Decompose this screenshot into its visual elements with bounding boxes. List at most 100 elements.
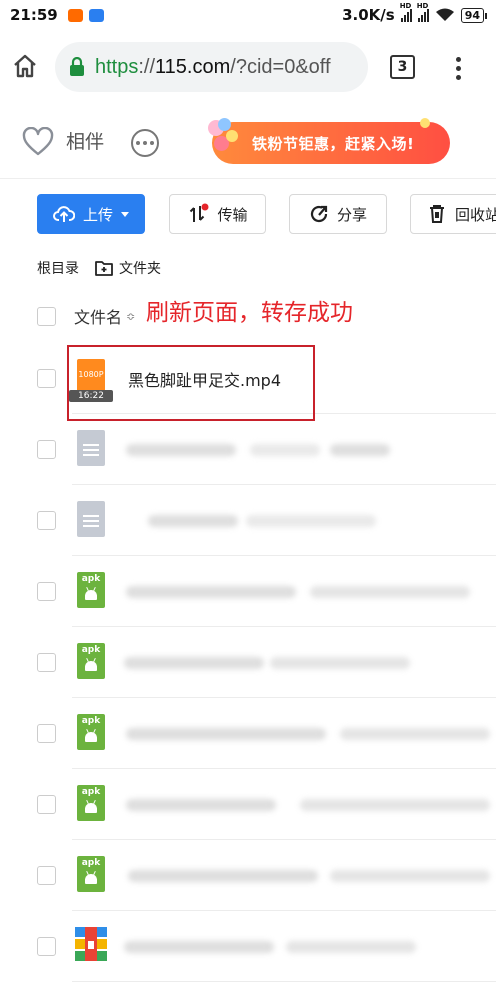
blurred-file-name — [126, 728, 326, 740]
document-icon — [77, 430, 105, 466]
upload-label: 上传 — [82, 205, 113, 224]
file-row[interactable]: apk — [0, 698, 496, 769]
blurred-file-name — [250, 444, 320, 456]
apk-badge: apk — [81, 716, 101, 726]
balloon-icon-2 — [218, 118, 231, 131]
apk-file-icon: apk — [77, 714, 105, 750]
file-name[interactable]: 黑色脚趾甲足交.mp4 — [128, 367, 281, 391]
select-all-checkbox[interactable] — [37, 307, 56, 326]
document-icon — [77, 501, 105, 537]
browser-toolbar: https://115.com/?cid=0&off 3 — [0, 38, 496, 94]
annotation-text: 刷新页面，转存成功 — [146, 300, 353, 326]
name-column-header[interactable]: 文件名 — [74, 304, 122, 328]
blurred-file-name — [300, 799, 490, 811]
new-folder-label: 文件夹 — [119, 261, 161, 277]
app-name[interactable]: 相伴 — [66, 127, 104, 154]
url-text: https://115.com/?cid=0&off — [95, 56, 331, 79]
network-speed: 3.0K/s — [342, 6, 395, 24]
transfer-icon — [190, 203, 209, 222]
file-row[interactable]: apk — [0, 627, 496, 698]
row-checkbox[interactable] — [37, 866, 56, 885]
row-checkbox[interactable] — [37, 937, 56, 956]
blurred-file-name — [126, 444, 236, 456]
video-thumbnail-icon: 1080P — [77, 359, 105, 393]
video-resolution: 1080P — [78, 370, 104, 379]
battery-indicator: 94 — [460, 7, 488, 23]
file-row[interactable]: apk — [0, 556, 496, 627]
file-row[interactable]: 1080P 16:22 黑色脚趾甲足交.mp4 — [0, 343, 496, 421]
folder-add-icon — [95, 261, 113, 276]
file-row[interactable]: apk — [0, 840, 496, 911]
blurred-file-name — [330, 444, 390, 456]
status-bar: 21:59 3.0K/s HD HD 94 — [0, 0, 496, 30]
file-row[interactable] — [0, 485, 496, 556]
cloud-app-icon — [88, 8, 104, 22]
promo-text: 铁粉节钜惠，赶紧入场! — [252, 134, 415, 153]
tab-switcher-button[interactable]: 3 — [390, 55, 415, 79]
blurred-file-name — [124, 941, 274, 953]
address-bar[interactable]: https://115.com/?cid=0&off — [55, 42, 368, 92]
blurred-file-name — [124, 657, 264, 669]
new-folder-button[interactable]: 文件夹 — [95, 258, 161, 278]
row-checkbox[interactable] — [37, 795, 56, 814]
home-icon[interactable] — [11, 52, 39, 80]
file-row[interactable]: apk — [0, 769, 496, 840]
app-header: 相伴 铁粉节钜惠，赶紧入场! — [0, 112, 496, 172]
overflow-menu-icon[interactable] — [450, 54, 466, 80]
promo-banner[interactable]: 铁粉节钜惠，赶紧入场! — [206, 116, 452, 170]
row-divider — [72, 981, 496, 982]
list-header: 文件名 ≎ 刷新页面，转存成功 — [0, 292, 496, 338]
apk-file-icon: apk — [77, 856, 105, 892]
signal-icon: HD — [400, 2, 412, 22]
breadcrumb-root[interactable]: 根目录 — [37, 258, 79, 278]
apk-badge: apk — [81, 858, 101, 868]
blurred-file-name — [148, 515, 238, 527]
row-checkbox[interactable] — [37, 653, 56, 672]
file-row[interactable] — [0, 414, 496, 485]
url-scheme: https — [95, 55, 139, 78]
action-toolbar: 上传 传输 分享 回收站 — [0, 194, 496, 236]
row-checkbox[interactable] — [37, 724, 56, 743]
share-icon — [310, 205, 328, 223]
balloon-icon-4 — [226, 130, 238, 142]
video-duration: 16:22 — [69, 390, 113, 402]
trash-icon — [430, 205, 444, 223]
chevron-down-icon — [121, 211, 129, 217]
blurred-file-name — [128, 870, 318, 882]
heart-icon[interactable] — [22, 127, 54, 157]
apk-file-icon: apk — [77, 572, 105, 608]
android-icon — [85, 590, 97, 600]
mi-app-icon — [67, 8, 83, 22]
apk-badge: apk — [81, 645, 101, 655]
android-icon — [85, 661, 97, 671]
apk-file-icon: apk — [77, 785, 105, 821]
row-checkbox[interactable] — [37, 440, 56, 459]
recycle-bin-button[interactable]: 回收站 — [410, 194, 496, 234]
promo-pill: 铁粉节钜惠，赶紧入场! — [212, 122, 450, 164]
row-checkbox[interactable] — [37, 582, 56, 601]
apk-badge: apk — [81, 574, 101, 584]
sort-icon[interactable]: ≎ — [126, 310, 135, 323]
android-icon — [85, 803, 97, 813]
sparkle-icon — [420, 118, 430, 128]
row-checkbox[interactable] — [37, 511, 56, 530]
breadcrumb: 根目录 文件夹 — [37, 258, 161, 278]
url-host: 115.com — [155, 55, 231, 78]
share-button[interactable]: 分享 — [289, 194, 387, 234]
transfer-button[interactable]: 传输 — [169, 194, 266, 234]
wifi-icon — [435, 8, 454, 21]
apk-file-icon: apk — [77, 643, 105, 679]
blurred-file-name — [330, 870, 490, 882]
upload-button[interactable]: 上传 — [37, 194, 145, 234]
url-path: /?cid=0&off — [230, 55, 331, 78]
android-icon — [85, 732, 97, 742]
more-icon[interactable] — [131, 129, 159, 157]
blurred-file-name — [270, 657, 410, 669]
transfer-label: 传输 — [217, 205, 248, 224]
row-checkbox[interactable] — [37, 369, 56, 388]
file-row[interactable] — [0, 911, 496, 982]
blurred-file-name — [310, 586, 470, 598]
signal-icon-2: HD — [417, 2, 429, 22]
android-icon — [85, 874, 97, 884]
lock-icon — [70, 57, 84, 76]
